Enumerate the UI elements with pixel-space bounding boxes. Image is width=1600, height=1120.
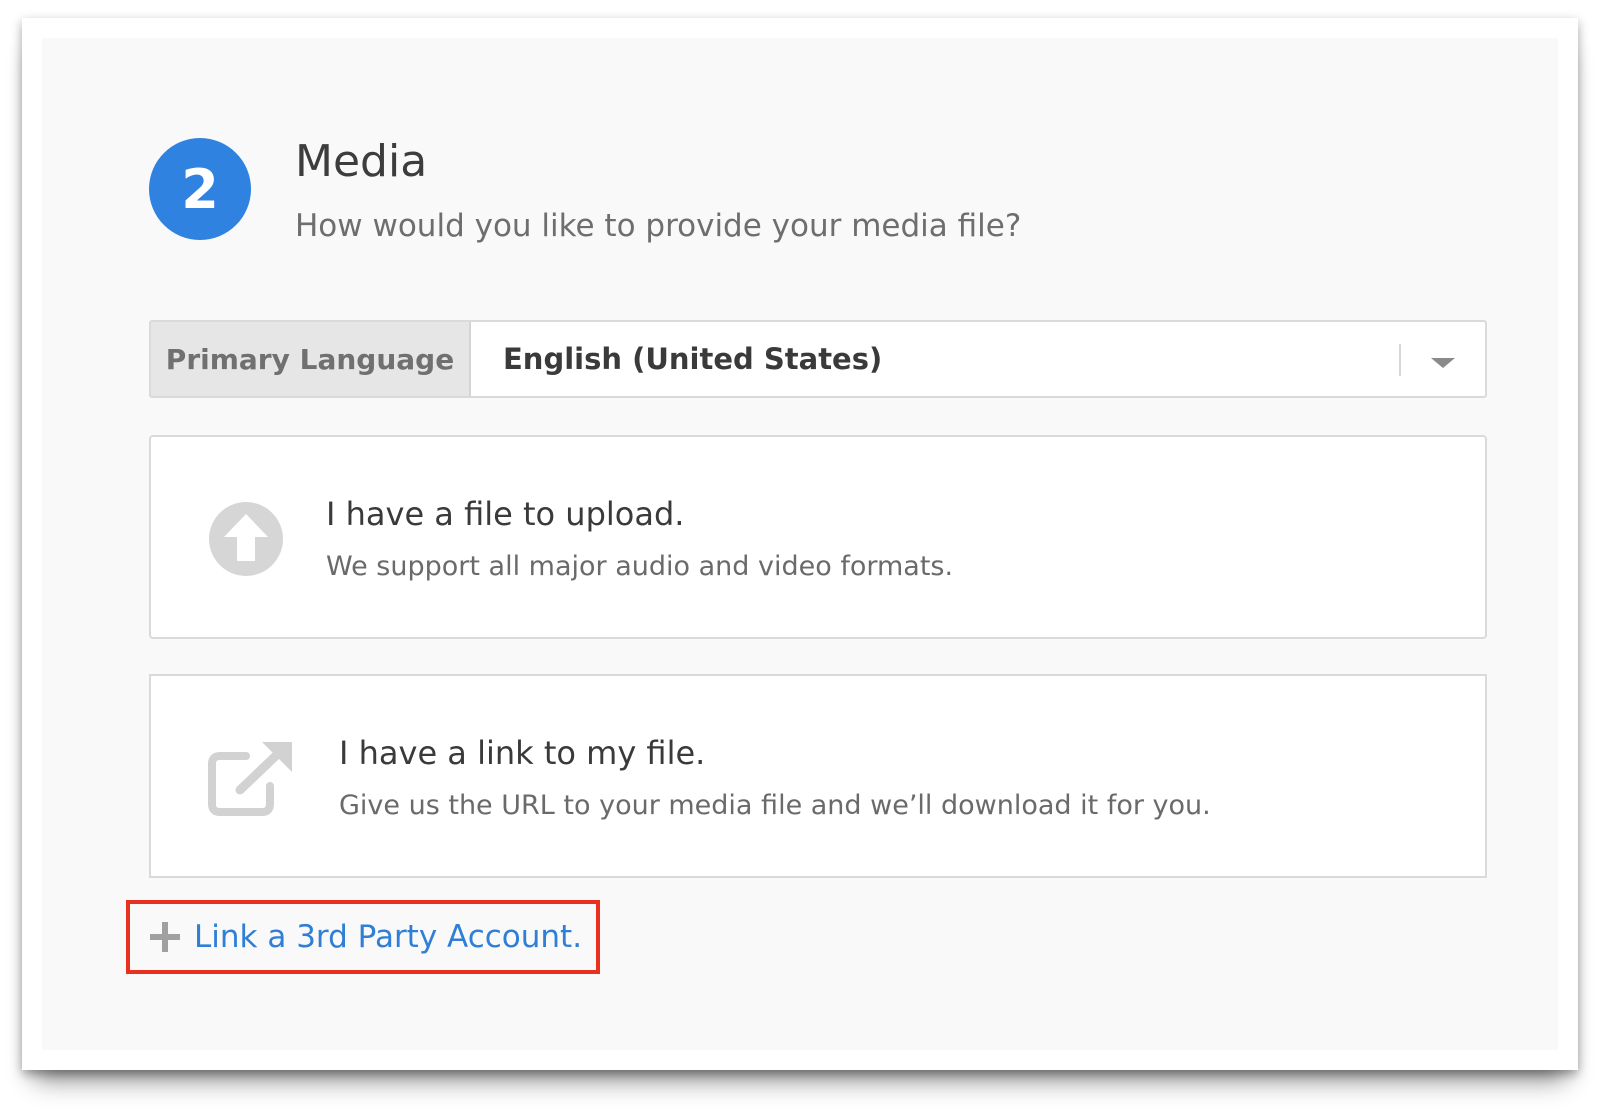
link-third-party-account-label[interactable]: Link a 3rd Party Account. (194, 919, 582, 955)
link-option-description: Give us the URL to your media file and w… (339, 790, 1211, 821)
primary-language-label: Primary Language (151, 322, 471, 396)
link-option-title: I have a link to my file. (339, 734, 706, 772)
external-link-icon (208, 742, 292, 816)
language-selected-value: English (United States) (503, 342, 883, 376)
media-step-panel: 2 Media How would you like to provide yo… (42, 38, 1558, 1050)
upload-arrow-icon (209, 502, 283, 576)
primary-language-selector: Primary Language English (United States) (149, 320, 1487, 398)
section-subtitle: How would you like to provide your media… (295, 208, 1022, 244)
section-title: Media (295, 136, 428, 187)
step-number-badge: 2 (149, 138, 251, 240)
upload-option-title: I have a file to upload. (326, 495, 685, 533)
link-file-option[interactable]: I have a link to my file. Give us the UR… (149, 674, 1487, 878)
dropdown-divider (1399, 344, 1401, 376)
upload-option-description: We support all major audio and video for… (326, 551, 954, 582)
upload-file-option[interactable]: I have a file to upload. We support all … (149, 435, 1487, 639)
plus-icon (150, 922, 180, 952)
link-third-party-account-button[interactable]: Link a 3rd Party Account. (126, 900, 600, 974)
chevron-down-icon[interactable] (1431, 358, 1455, 368)
screenshot-frame: 2 Media How would you like to provide yo… (22, 18, 1578, 1070)
language-dropdown[interactable]: English (United States) (471, 322, 1485, 396)
